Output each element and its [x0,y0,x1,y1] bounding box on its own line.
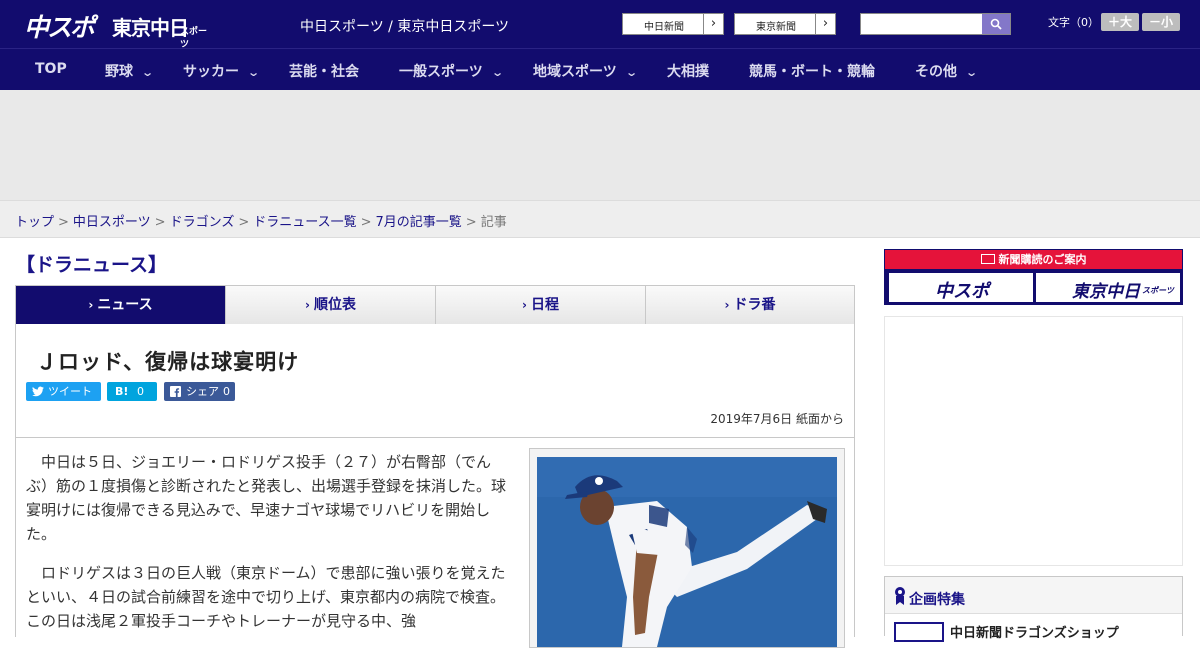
tokyo-shimbun-link[interactable]: 東京新聞 › [734,13,836,35]
facebook-count: 0 [223,385,230,398]
tab-standings[interactable]: › 順位表 [226,286,436,324]
tab-dora-ban[interactable]: › ドラ番 [646,286,854,324]
breadcrumb-link[interactable]: ドラニュース一覧 [253,215,356,230]
chevron-down-icon: ⌄ [490,66,504,79]
article-header: Ｊロッド、復帰は球宴明け ツイート B! 0 シェア 0 2019年7月6日 紙… [15,324,855,438]
nav-item-others[interactable]: その他 ⌄ [915,61,979,81]
pitcher-photo [537,457,837,647]
newspaper-icon [980,254,995,264]
subscribe-tokyo-chunichi-logo[interactable]: 東京中日 スポーツ [1036,273,1180,302]
breadcrumb-link[interactable]: トップ [15,215,54,230]
tab-schedule[interactable]: › 日程 [436,286,646,324]
breadcrumb: トップ > 中日スポーツ > ドラゴンズ > ドラニュース一覧 >7月の記事一覧 > 記事 [0,200,1200,238]
chevron-right-icon: › [305,298,310,312]
search-button[interactable] [982,14,1010,34]
chevron-down-icon: ⌄ [624,66,638,79]
article-headline: Ｊロッド、復帰は球宴明け [36,350,300,374]
nav-item-entertainment[interactable]: 芸能・社会 [289,61,359,81]
chevron-right-icon: › [703,14,723,34]
feature-title: 企画特集 [909,592,965,608]
section-tabs: › ニュース › 順位表 › 日程 › ドラ番 [15,285,855,332]
breadcrumb-link[interactable]: ドラゴンズ [170,215,235,230]
hatena-icon: B! [115,385,129,398]
twitter-icon [32,382,44,403]
font-smaller-button[interactable]: －小 [1142,13,1180,31]
logo-tokyo-chunichi: 東京中日 [112,16,189,40]
chevron-down-icon: ⌄ [247,66,261,79]
breadcrumb-current: 記事 [480,215,507,230]
nav-item-racing[interactable]: 競馬・ボート・競輪 [749,61,875,81]
sidebar-ad [884,316,1183,566]
pitcher-illustration [537,457,837,647]
logo-chuspo: 中スポ [24,13,95,42]
feature-box: 企画特集 中日新聞ドラゴンズショップ [884,576,1183,643]
facebook-icon [170,382,181,403]
site-logo[interactable]: 中スポ 東京中日 スポーツ [24,8,214,50]
tab-news[interactable]: › ニュース [16,286,226,332]
chunichi-shimbun-link[interactable]: 中日新聞 › [622,13,724,35]
article-paragraph: ロドリゲスは３日の巨人戦（東京ドーム）で患部に強い張りを覚えたといい、４日の試合… [26,564,506,630]
ad-banner-area [0,90,1200,200]
ribbon-icon [895,587,905,605]
hatena-bookmark-button[interactable]: B! 0 [107,382,157,401]
nav-item-baseball[interactable]: 野球 ⌄ [105,61,155,81]
search-input[interactable] [863,15,981,33]
nav-item-top[interactable]: TOP [35,61,67,77]
facebook-share-button[interactable]: シェア 0 [164,382,235,401]
feature-item[interactable]: 中日新聞ドラゴンズショップ [885,613,1182,643]
chevron-down-icon: ⌄ [141,66,155,79]
nav-item-soccer[interactable]: サッカー ⌄ [183,61,261,81]
feature-item-title: 中日新聞ドラゴンズショップ [950,626,1119,641]
nav-item-sumo[interactable]: 大相撲 [667,61,709,81]
search-icon [990,18,1002,30]
site-header: 中スポ 東京中日 スポーツ 中日スポーツ / 東京中日スポーツ 中日新聞 › 東… [0,0,1200,50]
logo-sports: スポーツ [180,27,208,50]
subscribe-chuspo-logo[interactable]: 中スポ [889,273,1033,302]
feature-thumbnail [894,622,944,642]
article-dateline: 2019年7月6日 紙面から [710,412,844,426]
main-nav: TOP 野球 ⌄ サッカー ⌄ 芸能・社会 一般スポーツ ⌄ 地域スポーツ ⌄ 大相撲 … [0,48,1200,90]
site-name: 中日スポーツ / 東京中日スポーツ [300,19,510,35]
chevron-right-icon: › [522,298,527,312]
breadcrumb-link[interactable]: 7月の記事一覧 [376,215,462,230]
article-paragraph: 中日は５日、ジョエリー・ロドリゲス投手（２７）が右臀部（でんぶ）筋の１度損傷と診… [26,453,507,543]
search-box [860,13,1011,35]
article-photo[interactable] [529,448,845,648]
hatena-count: 0 [137,385,144,398]
chevron-down-icon: ⌄ [965,66,979,79]
article-body: 中日は５日、ジョエリー・ロドリゲス投手（２７）が右臀部（でんぶ）筋の１度損傷と診… [15,437,855,648]
nav-item-general-sports[interactable]: 一般スポーツ ⌄ [399,61,504,81]
chevron-right-icon: › [815,14,835,34]
chevron-right-icon: › [724,298,730,312]
tweet-button[interactable]: ツイート [26,382,101,401]
subscription-banner[interactable]: 新聞購読のご案内 中スポ 東京中日 スポーツ [884,249,1183,305]
chevron-right-icon: › [88,298,94,312]
breadcrumb-link[interactable]: 中日スポーツ [73,215,151,230]
font-size-label: 文字（0） [1048,16,1099,29]
nav-item-regional-sports[interactable]: 地域スポーツ ⌄ [533,61,638,81]
font-bigger-button[interactable]: ＋大 [1101,13,1139,31]
subscription-label: 新聞購読のご案内 [885,250,1182,269]
section-title: 【ドラニュース】 [16,254,168,276]
